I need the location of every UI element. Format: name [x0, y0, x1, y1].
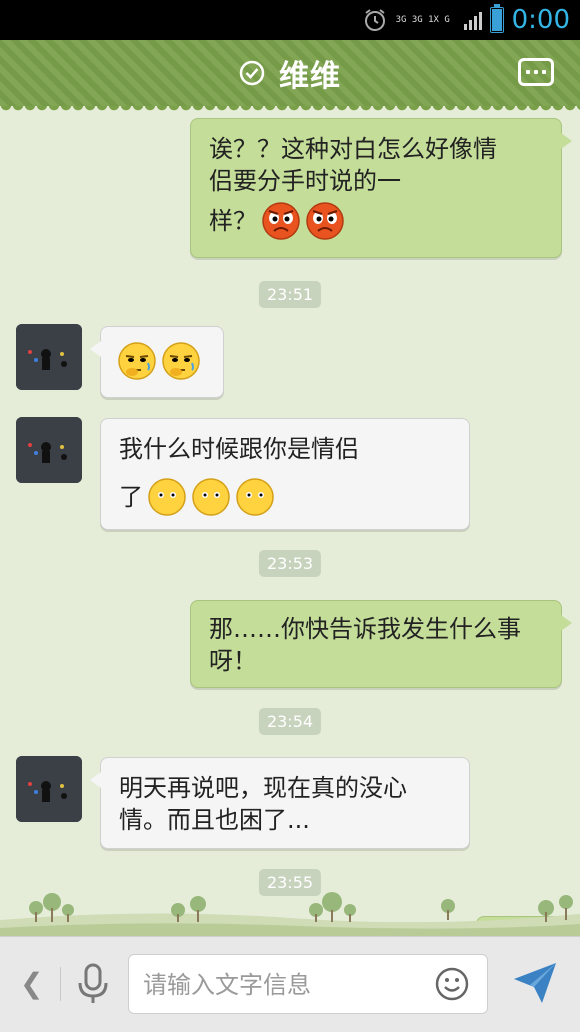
landscape-decoration — [0, 892, 580, 936]
timestamp: 23:51 — [258, 281, 322, 308]
menu-button[interactable] — [518, 58, 554, 86]
status-icons: 3G 3G 1X G 0:00 — [362, 0, 570, 40]
angry-emoji-icon — [262, 202, 300, 240]
send-icon[interactable] — [512, 961, 558, 1005]
message-text: 诶？？这种对白怎么好像情 — [209, 135, 497, 163]
message-bubble-incoming[interactable] — [90, 326, 224, 398]
timestamp: 23:53 — [258, 550, 322, 577]
angry-emoji-icon — [306, 202, 344, 240]
message-input[interactable] — [141, 963, 415, 1007]
message-bubble-incoming[interactable]: 我什么时候跟你是情侣 了 — [100, 418, 470, 530]
message-input-field[interactable] — [128, 954, 488, 1014]
smile-emoji-icon — [192, 478, 230, 516]
message-bubble-outgoing[interactable]: 诶？？这种对白怎么好像情 侣要分手时说的一 样？ — [190, 118, 572, 258]
divider — [60, 967, 61, 1001]
alarm-icon — [364, 9, 385, 31]
chat-area[interactable]: 诶？？这种对白怎么好像情 侣要分手时说的一 样？ 23:51 我什么时候跟你是情… — [0, 106, 580, 932]
thinking-emoji-icon — [162, 342, 200, 380]
message-text: 呀！ — [209, 647, 257, 675]
message-text: 明天再说吧，现在真的没心 — [119, 774, 407, 802]
smile-emoji-icon — [236, 478, 274, 516]
avatar[interactable] — [16, 756, 82, 822]
back-icon[interactable]: ❮ — [20, 967, 43, 1000]
signal-bars-icon — [463, 10, 482, 30]
smiley-icon[interactable] — [435, 967, 469, 1001]
avatar-image — [16, 417, 82, 483]
clock: 0:00 — [511, 5, 570, 35]
message-text: 样？ — [209, 207, 257, 235]
header-title-group: 维维 — [0, 40, 580, 106]
chat-header: 维维 — [0, 40, 580, 112]
message-text: 那……你快告诉我发生什么事 — [209, 615, 521, 643]
message-text: 情。而且也困了... — [119, 806, 310, 834]
microphone-icon[interactable] — [76, 963, 110, 1005]
message-bubble-incoming[interactable]: 明天再说吧，现在真的没心 情。而且也困了... — [90, 757, 470, 849]
signal-icon: 3G 3G 1X G — [395, 14, 450, 25]
timestamp: 23:54 — [258, 708, 322, 735]
menu-icon — [526, 70, 530, 74]
contact-name: 维维 — [279, 59, 341, 94]
thinking-emoji-icon — [118, 342, 156, 380]
message-text: 了 — [119, 483, 143, 511]
message-text: 我什么时候跟你是情侣 — [119, 435, 359, 463]
smile-emoji-icon — [148, 478, 186, 516]
message-bubble-outgoing[interactable]: 那……你快告诉我发生什么事 呀！ — [190, 600, 572, 688]
check-icon — [239, 60, 265, 86]
battery-icon — [489, 4, 504, 33]
avatar-image — [16, 324, 82, 390]
avatar-image — [16, 756, 82, 822]
status-bar: 3G 3G 1X G 0:00 — [0, 0, 580, 40]
avatar[interactable] — [16, 417, 82, 483]
avatar[interactable] — [16, 324, 82, 390]
message-text: 侣要分手时说的一 — [209, 167, 401, 195]
input-bar: ❮ — [0, 936, 580, 1032]
